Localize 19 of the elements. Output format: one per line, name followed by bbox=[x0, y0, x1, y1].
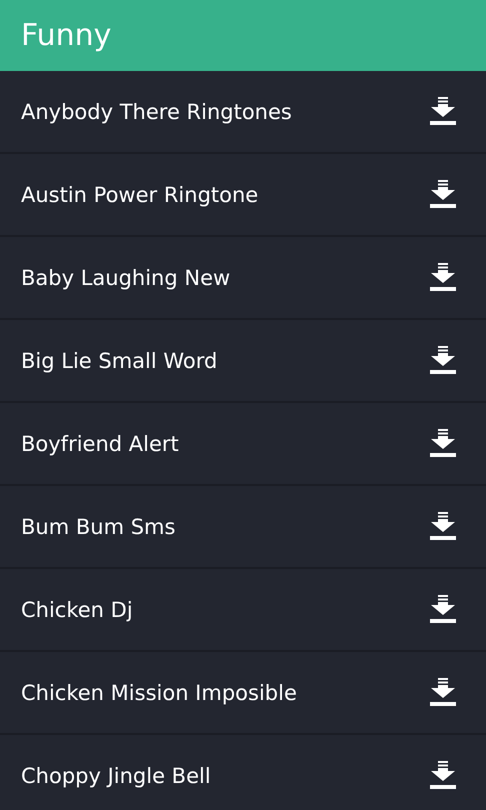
ringtone-item[interactable]: Chicken Mission Imposible bbox=[0, 652, 486, 735]
download-icon[interactable] bbox=[430, 761, 456, 790]
download-icon[interactable] bbox=[430, 595, 456, 624]
download-icon[interactable] bbox=[430, 346, 456, 375]
ringtone-item[interactable]: Big Lie Small Word bbox=[0, 320, 486, 403]
download-icon[interactable] bbox=[430, 263, 456, 292]
download-icon[interactable] bbox=[430, 678, 456, 707]
download-icon[interactable] bbox=[430, 97, 456, 126]
ringtone-item[interactable]: Chicken Dj bbox=[0, 569, 486, 652]
ringtone-item[interactable]: Austin Power Ringtone bbox=[0, 154, 486, 237]
ringtone-item[interactable]: Bum Bum Sms bbox=[0, 486, 486, 569]
ringtone-item[interactable]: Choppy Jingle Bell bbox=[0, 735, 486, 810]
download-icon[interactable] bbox=[430, 180, 456, 209]
page-title: Funny bbox=[21, 18, 112, 53]
download-icon[interactable] bbox=[430, 429, 456, 458]
download-icon[interactable] bbox=[430, 512, 456, 541]
ringtone-item[interactable]: Boyfriend Alert bbox=[0, 403, 486, 486]
ringtone-item[interactable]: Anybody There Ringtones bbox=[0, 71, 486, 154]
ringtone-item[interactable]: Baby Laughing New bbox=[0, 237, 486, 320]
